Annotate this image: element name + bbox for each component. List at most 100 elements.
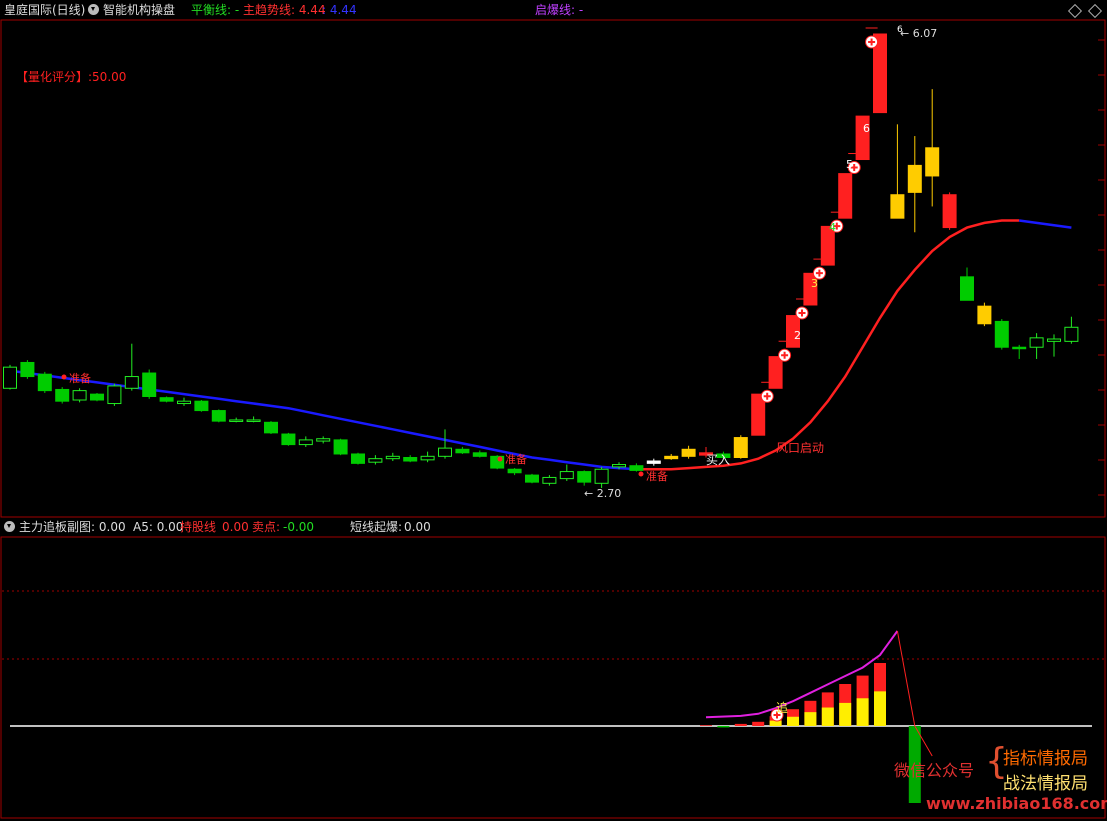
ready-label-3: 准备 — [646, 470, 668, 483]
magenta-line — [705, 630, 899, 719]
ready-dot — [638, 471, 644, 477]
candle — [124, 376, 139, 389]
candle — [559, 471, 574, 480]
candle — [333, 439, 348, 455]
momentum-bar-yellow — [821, 707, 834, 726]
momentum-bar — [734, 723, 747, 726]
candle — [142, 372, 157, 397]
buy-label: 买入 — [706, 453, 731, 467]
brand-name-2: 战法情报局 — [1003, 774, 1088, 794]
sell-point-label: 卖点: — [252, 520, 281, 534]
hold-line-label: 持股线 — [180, 520, 217, 534]
candle — [681, 448, 696, 457]
trend-line-blue-2 — [1019, 219, 1072, 229]
dropdown-circle-icon-sub[interactable] — [4, 521, 15, 532]
candle — [1012, 346, 1027, 350]
trend-line-label: 主趋势线: 4.44 — [243, 3, 326, 17]
high-price-value: 6.07 — [912, 27, 938, 40]
candle — [281, 433, 296, 446]
short-burst-label: 短线起爆: — [350, 520, 403, 534]
brand-name-1: 指标情报局 — [1003, 749, 1088, 769]
trend-line-blue — [9, 369, 637, 471]
ready-dot — [497, 456, 503, 462]
step-number-2: 2 — [794, 329, 801, 342]
candle — [542, 476, 557, 484]
candle — [420, 455, 435, 461]
candle — [907, 164, 922, 193]
sub-header[interactable]: 主力追板副图: 0.00 — [4, 517, 126, 537]
candle — [1064, 326, 1079, 342]
momentum-bar — [700, 725, 712, 726]
candle — [246, 419, 261, 422]
candle — [577, 471, 592, 483]
candle — [890, 194, 905, 219]
candle — [368, 458, 383, 463]
candle — [90, 393, 104, 401]
wind-start-label: 风口启动 — [776, 441, 825, 455]
candle — [507, 468, 522, 474]
candle — [229, 419, 244, 422]
step-number-6b: 6 — [897, 25, 903, 35]
chase-label: 追 — [776, 701, 789, 715]
candle — [385, 455, 400, 460]
candle — [629, 465, 644, 471]
candle — [20, 361, 35, 378]
main-header: 皇庭国际(日线) — [4, 0, 85, 20]
chart-canvas[interactable] — [0, 0, 1107, 821]
low-price-label: ← 2.70 — [584, 487, 622, 500]
ready-label-1: 准备 — [69, 372, 91, 385]
candle — [838, 173, 853, 219]
momentum-bar-yellow — [804, 712, 817, 726]
candle — [72, 390, 87, 401]
candle — [994, 320, 1009, 348]
candle — [664, 455, 679, 460]
candle — [594, 468, 609, 484]
momentum-bar — [752, 721, 765, 726]
ready-label-2: 准备 — [505, 453, 527, 466]
momentum-bar-yellow — [839, 702, 852, 726]
a5-label: A5: 0.00 — [133, 520, 184, 534]
candle — [646, 460, 661, 464]
indicator-selector[interactable]: 智能机构操盘 — [88, 0, 175, 20]
candle — [942, 194, 957, 229]
momentum-bar-yellow — [787, 716, 799, 726]
dropdown-circle-icon[interactable] — [88, 4, 99, 15]
candle — [264, 421, 278, 434]
momentum-bar-yellow — [769, 720, 782, 726]
hold-line-value: 0.00 — [222, 520, 249, 534]
candle — [438, 447, 452, 457]
candle — [1029, 337, 1044, 348]
candle — [403, 456, 418, 462]
balance-line-label: 平衡线: - — [191, 3, 240, 17]
high-price-label: ← 6.07 — [900, 27, 938, 40]
candle — [298, 439, 313, 446]
momentum-bar-yellow — [874, 691, 886, 726]
sub-title: 主力追板副图 — [19, 520, 92, 534]
stock-title[interactable]: 皇庭国际(日线) — [4, 3, 85, 17]
candle — [159, 397, 174, 402]
momentum-bar-yellow — [856, 698, 869, 726]
ready-dot — [61, 374, 67, 380]
main-panel-frame — [0, 19, 1106, 518]
candle — [768, 356, 783, 389]
trend-line-value: : 4.44 — [322, 3, 357, 17]
low-price-value: 2.70 — [596, 487, 622, 500]
candle — [977, 305, 992, 325]
short-burst-value: 0.00 — [404, 520, 431, 534]
candle — [55, 388, 70, 402]
candle — [37, 373, 52, 392]
candle — [455, 448, 470, 454]
candle — [107, 385, 122, 405]
candle — [3, 366, 17, 389]
candle — [733, 437, 748, 458]
candle — [211, 410, 226, 422]
step-number-6: 6 — [863, 122, 870, 135]
candle — [925, 147, 940, 177]
candle — [525, 474, 539, 483]
momentum-bar-neg — [717, 726, 730, 728]
indicator-name: 智能机构操盘 — [103, 3, 176, 17]
website-url: www.zhibiao168.com — [926, 794, 1107, 813]
launch-line-label: 启爆线: - — [535, 3, 584, 17]
candle — [1047, 338, 1061, 342]
step-number-3: 3 — [811, 277, 818, 290]
